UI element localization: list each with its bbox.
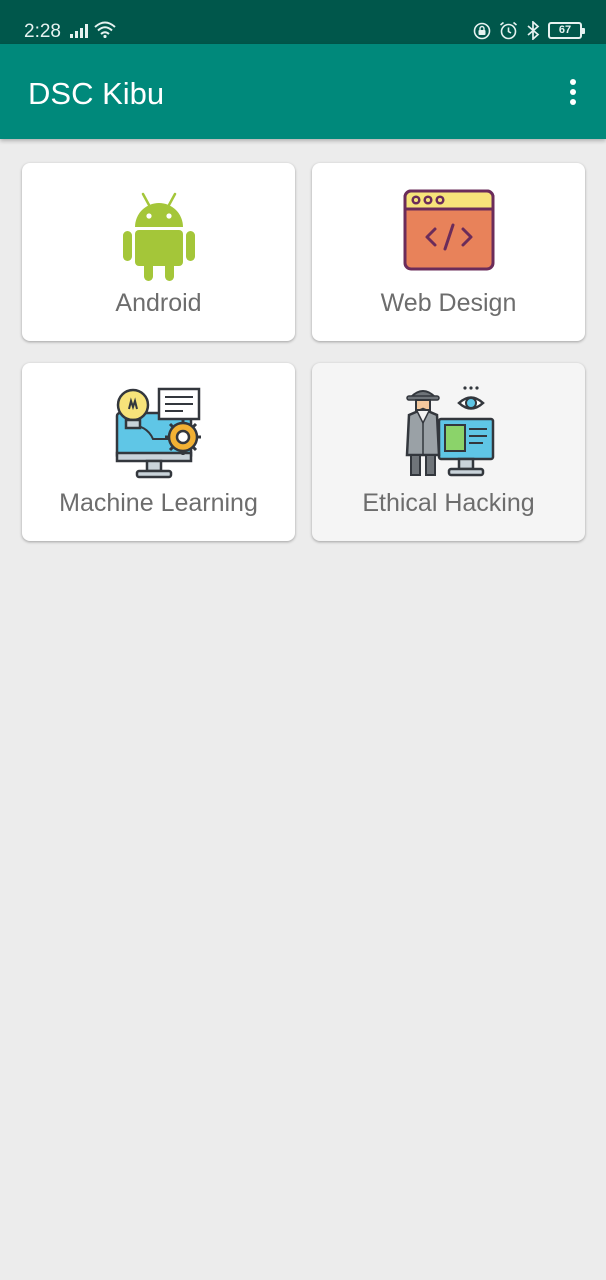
category-label: Ethical Hacking (362, 489, 535, 517)
app-bar: DSC Kibu (0, 44, 606, 139)
hacker-icon (405, 386, 494, 477)
machine-learning-icon (115, 387, 201, 479)
alarm-icon (499, 21, 518, 40)
category-card-android[interactable]: Android (22, 163, 295, 341)
android-icon (122, 192, 195, 281)
status-bar: 2:28 67 (0, 0, 606, 44)
category-label: Machine Learning (59, 489, 258, 517)
category-card-ethical-hacking[interactable]: Ethical Hacking (312, 363, 585, 541)
category-card-web-design[interactable]: Web Design (312, 163, 585, 341)
status-time: 2:28 (24, 21, 61, 42)
battery-icon: 67 (548, 22, 585, 39)
more-vert-icon[interactable] (562, 74, 584, 110)
signal-icon (70, 24, 88, 38)
app-title: DSC Kibu (28, 76, 165, 111)
lock-rotation-icon (473, 22, 491, 39)
web-code-icon (403, 189, 494, 271)
bluetooth-icon (527, 21, 540, 40)
category-card-machine-learning[interactable]: Machine Learning (22, 363, 295, 541)
category-label: Android (115, 289, 202, 317)
wifi-icon (94, 21, 116, 38)
category-label: Web Design (380, 289, 517, 317)
category-grid: Android Web Design Machine Learning Ethi… (22, 163, 585, 541)
